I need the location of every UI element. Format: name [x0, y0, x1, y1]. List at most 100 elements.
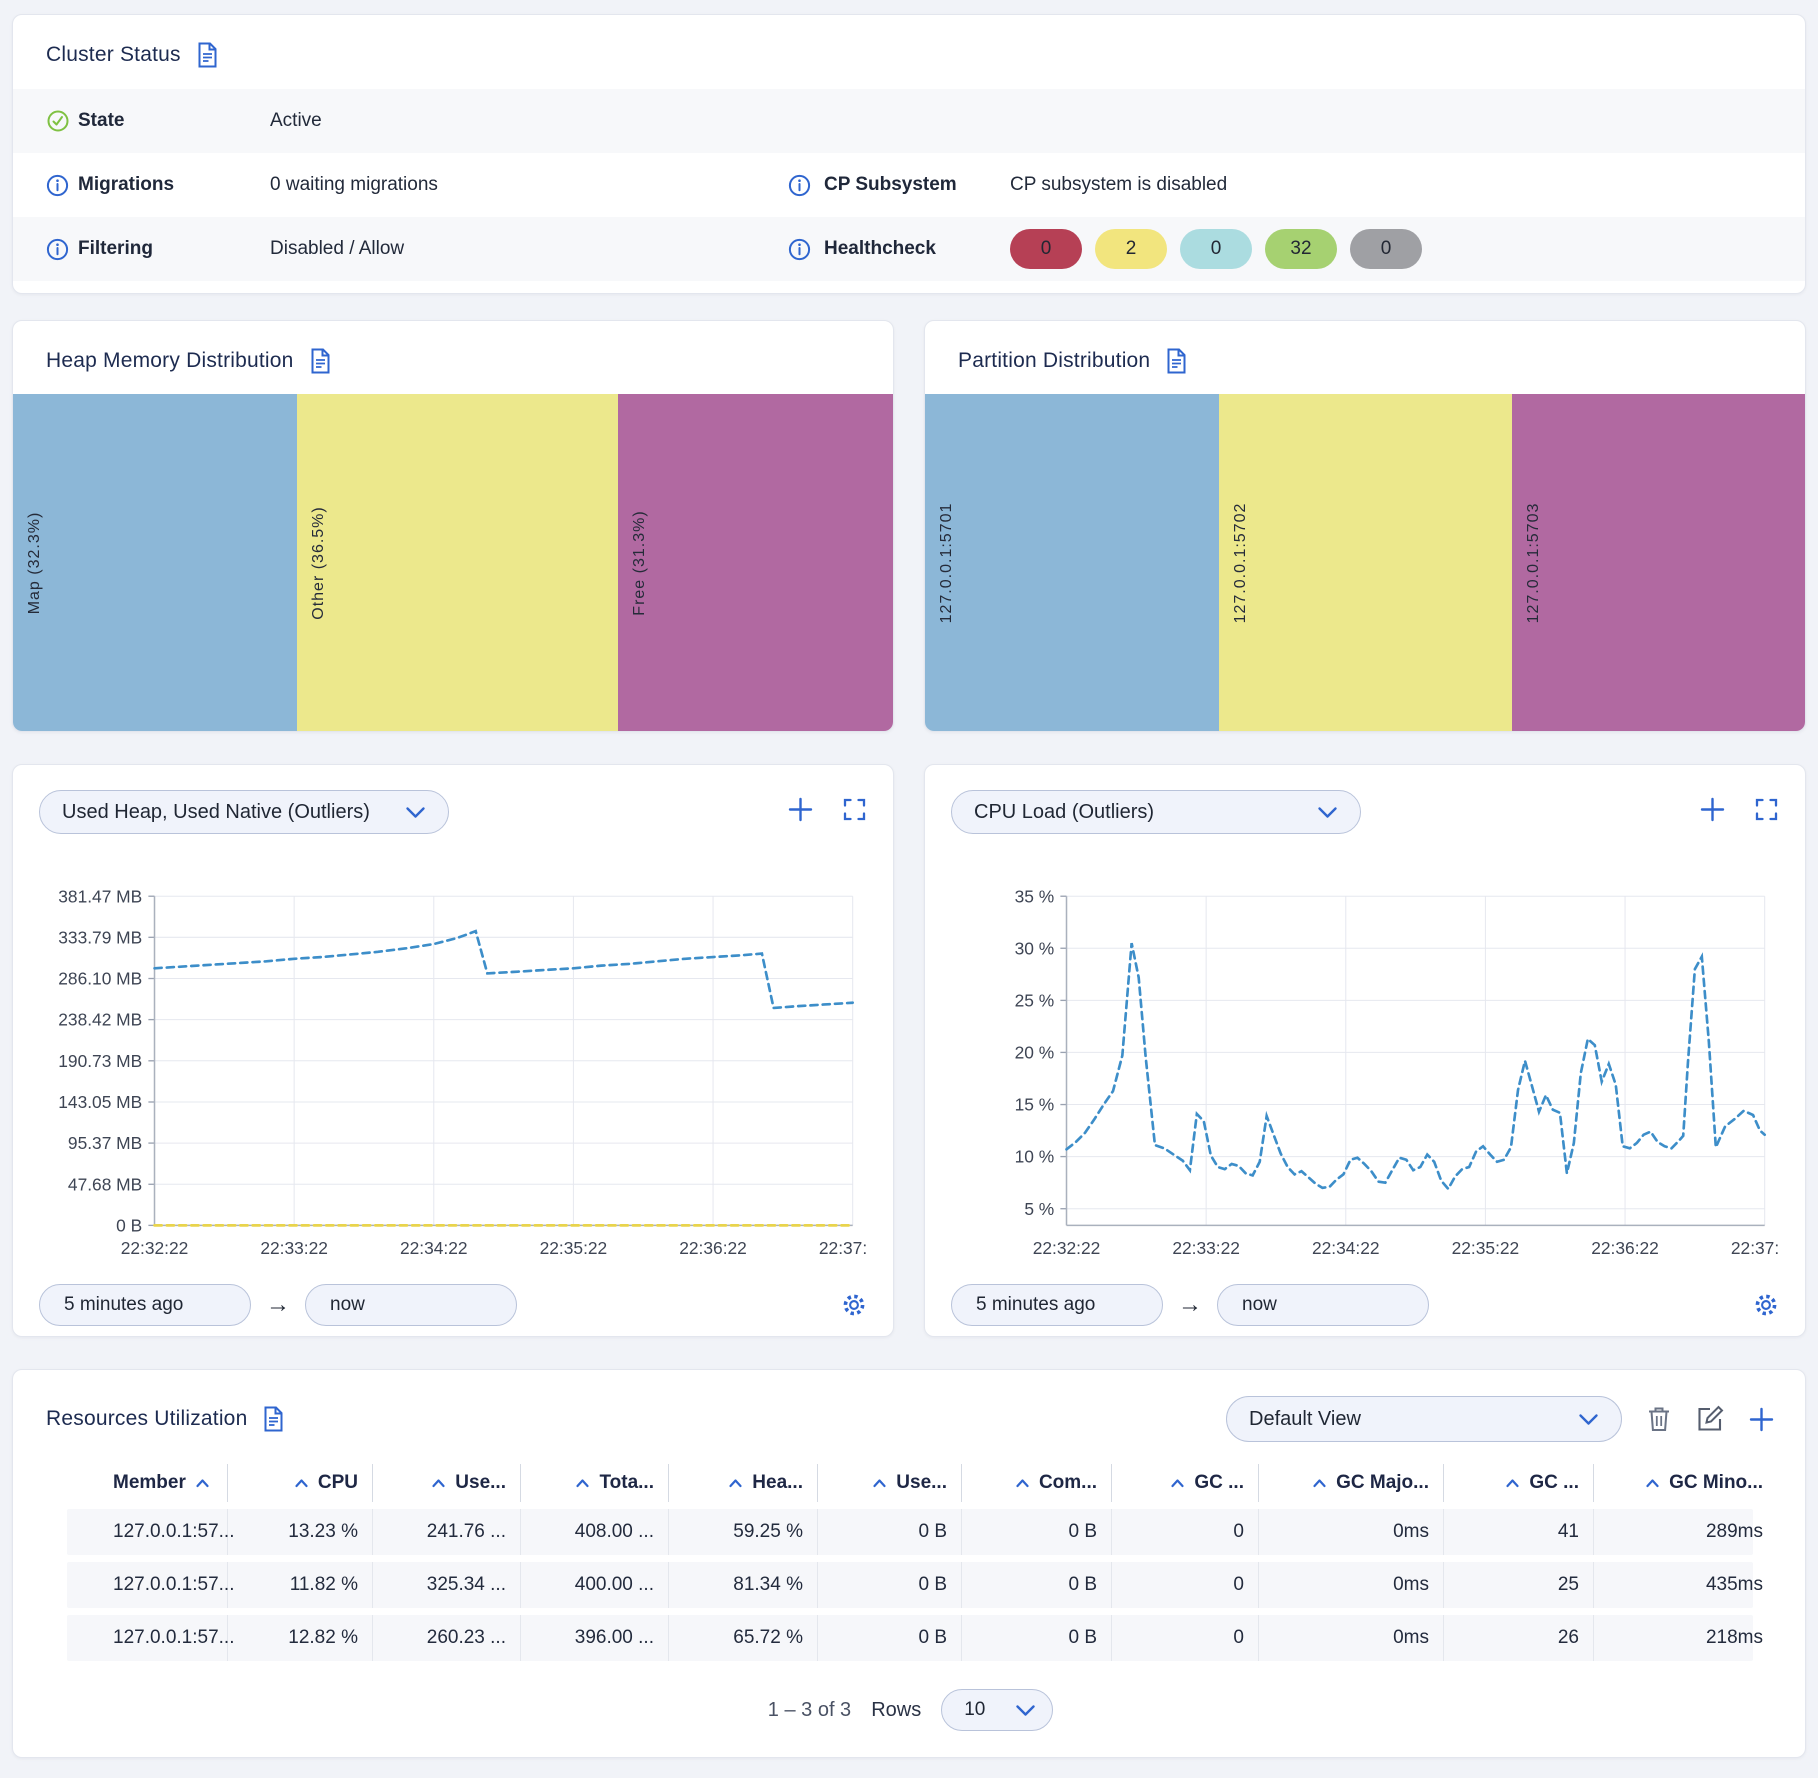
- cpu-load-chart[interactable]: 35 %30 %25 %20 %15 %10 %5 %22:32:2222:33…: [951, 886, 1779, 1266]
- pagination-range: 1 – 3 of 3: [768, 1699, 851, 1722]
- delete-view-icon[interactable]: [1646, 1405, 1672, 1433]
- table-row[interactable]: 127.0.0.1:57...11.82 %325.34 ...400.00 .…: [67, 1562, 1753, 1608]
- resources-table: MemberCPUUse...Tota...Hea...Use...Com...…: [67, 1464, 1753, 1661]
- table-row[interactable]: 127.0.0.1:57...13.23 %241.76 ...408.00 .…: [67, 1509, 1753, 1555]
- column-header-9[interactable]: GC ...: [1444, 1464, 1594, 1502]
- resources-title-row: Resources Utilization: [46, 1406, 285, 1432]
- rows-per-page-dropdown[interactable]: 10: [941, 1689, 1053, 1731]
- heap-distribution-bar: Map (32.3%)Other (36.5%) Free (31.3%): [13, 394, 893, 731]
- chevron-down-icon: [1317, 806, 1338, 819]
- column-header-4[interactable]: Hea...: [669, 1464, 818, 1502]
- metric-selector-dropdown[interactable]: Used Heap, Used Native (Outliers): [39, 790, 449, 834]
- arrow-right-icon: →: [266, 1291, 290, 1319]
- cluster-status-header: Cluster Status: [13, 15, 1805, 89]
- status-value: Active: [270, 110, 788, 132]
- value-cell: 0: [1112, 1562, 1259, 1608]
- chevron-down-icon: [405, 806, 426, 819]
- value-cell: 65.72 %: [669, 1615, 818, 1661]
- document-icon[interactable]: [262, 1406, 285, 1432]
- document-icon[interactable]: [196, 42, 219, 68]
- value-cell: 41: [1444, 1509, 1594, 1555]
- used-heap-chart[interactable]: 381.47 MB333.79 MB286.10 MB238.42 MB190.…: [39, 886, 867, 1266]
- metrics-chart-panel-right: CPU Load (Outliers) 35 %30 %25 %20 %15 %…: [924, 764, 1806, 1337]
- column-header-1[interactable]: CPU: [228, 1464, 373, 1502]
- edit-view-icon[interactable]: [1696, 1405, 1724, 1433]
- status-value: 020320: [1010, 229, 1805, 269]
- cluster-status-panel: Cluster Status StateActiveMigrations0 wa…: [12, 14, 1806, 294]
- view-selector-dropdown[interactable]: Default View: [1226, 1396, 1622, 1442]
- check-circle-icon: [46, 109, 78, 133]
- chevron-down-icon: [1015, 1704, 1036, 1717]
- distribution-segment[interactable]: 127.0.0.1:5701: [925, 394, 1219, 731]
- column-header-label: CPU: [318, 1472, 358, 1494]
- column-header-3[interactable]: Tota...: [521, 1464, 669, 1502]
- value-cell: 11.82 %: [228, 1562, 373, 1608]
- resources-utilization-panel: Resources Utilization Default View Membe…: [12, 1369, 1806, 1758]
- column-header-6[interactable]: Com...: [962, 1464, 1112, 1502]
- status-label: Filtering: [78, 238, 270, 260]
- time-to-input[interactable]: now: [1217, 1284, 1429, 1326]
- distribution-segment[interactable]: 127.0.0.1:5703: [1512, 394, 1805, 731]
- sort-caret-icon: [195, 1478, 210, 1488]
- time-from-input[interactable]: 5 minutes ago: [39, 1284, 251, 1326]
- table-row[interactable]: 127.0.0.1:57...12.82 %260.23 ...396.00 .…: [67, 1615, 1753, 1661]
- distribution-segment[interactable]: Free (31.3%): [618, 394, 893, 731]
- value-cell: 218ms: [1594, 1615, 1777, 1661]
- fullscreen-icon[interactable]: [842, 797, 867, 822]
- chart-toolbar: CPU Load (Outliers): [951, 790, 1779, 834]
- value-cell: 0 B: [962, 1509, 1112, 1555]
- column-header-8[interactable]: GC Majo...: [1259, 1464, 1444, 1502]
- partition-distribution-header: Partition Distribution: [925, 321, 1805, 394]
- svg-text:22:35:22: 22:35:22: [1452, 1238, 1520, 1258]
- value-cell: 408.00 ...: [521, 1509, 669, 1555]
- svg-text:190.73 MB: 190.73 MB: [58, 1051, 142, 1071]
- gear-icon[interactable]: [841, 1292, 867, 1318]
- add-chart-icon[interactable]: [787, 796, 814, 823]
- time-range-bar: 5 minutes ago → now: [951, 1284, 1779, 1326]
- cluster-status-row: FilteringDisabled / Allow Healthcheck0203…: [13, 217, 1805, 281]
- column-header-label: GC Mino...: [1669, 1472, 1763, 1494]
- add-chart-icon[interactable]: [1699, 796, 1726, 823]
- column-header-label: Use...: [455, 1472, 506, 1494]
- table-pagination: 1 – 3 of 3 Rows 10: [46, 1689, 1775, 1731]
- fullscreen-icon[interactable]: [1754, 797, 1779, 822]
- document-icon[interactable]: [1165, 348, 1188, 374]
- cluster-status-row: Migrations0 waiting migrationsCP Subsyst…: [13, 153, 1805, 217]
- value-cell: 0ms: [1259, 1562, 1444, 1608]
- svg-text:286.10 MB: 286.10 MB: [58, 969, 142, 989]
- value-cell: 289ms: [1594, 1509, 1777, 1555]
- svg-text:22:36:22: 22:36:22: [679, 1238, 747, 1258]
- time-to-input[interactable]: now: [305, 1284, 517, 1326]
- column-header-2[interactable]: Use...: [373, 1464, 521, 1502]
- member-cell: 127.0.0.1:57...: [67, 1509, 228, 1555]
- column-header-7[interactable]: GC ...: [1112, 1464, 1259, 1502]
- distribution-segment[interactable]: Other (36.5%): [297, 394, 618, 731]
- svg-text:333.79 MB: 333.79 MB: [58, 927, 142, 947]
- heap-distribution-title: Heap Memory Distribution: [46, 349, 294, 373]
- cluster-status-rows: StateActiveMigrations0 waiting migration…: [13, 89, 1805, 281]
- column-header-label: GC ...: [1529, 1472, 1579, 1494]
- distribution-segment[interactable]: Map (32.3%): [13, 394, 297, 731]
- document-icon[interactable]: [309, 348, 332, 374]
- sort-caret-icon: [1505, 1478, 1520, 1488]
- column-header-10[interactable]: GC Mino...: [1594, 1464, 1777, 1502]
- resources-controls: Default View: [1226, 1396, 1775, 1442]
- add-view-icon[interactable]: [1748, 1406, 1775, 1433]
- svg-text:22:33:22: 22:33:22: [1172, 1238, 1240, 1258]
- metric-selector-dropdown[interactable]: CPU Load (Outliers): [951, 790, 1361, 834]
- status-value: Disabled / Allow: [270, 238, 788, 260]
- segment-label: Free (31.3%): [631, 510, 649, 615]
- column-header-5[interactable]: Use...: [818, 1464, 962, 1502]
- svg-text:25 %: 25 %: [1015, 991, 1055, 1011]
- chart-actions: [787, 790, 867, 823]
- sort-caret-icon: [431, 1478, 446, 1488]
- time-from-input[interactable]: 5 minutes ago: [951, 1284, 1163, 1326]
- svg-text:20 %: 20 %: [1015, 1043, 1055, 1063]
- charts-row: Used Heap, Used Native (Outliers) 381.47…: [12, 764, 1806, 1337]
- column-header-member[interactable]: Member: [67, 1464, 228, 1502]
- member-cell: 127.0.0.1:57...: [67, 1562, 228, 1608]
- sort-caret-icon: [1312, 1478, 1327, 1488]
- status-label: Healthcheck: [824, 238, 1010, 260]
- distribution-segment[interactable]: 127.0.0.1:5702: [1219, 394, 1512, 731]
- gear-icon[interactable]: [1753, 1292, 1779, 1318]
